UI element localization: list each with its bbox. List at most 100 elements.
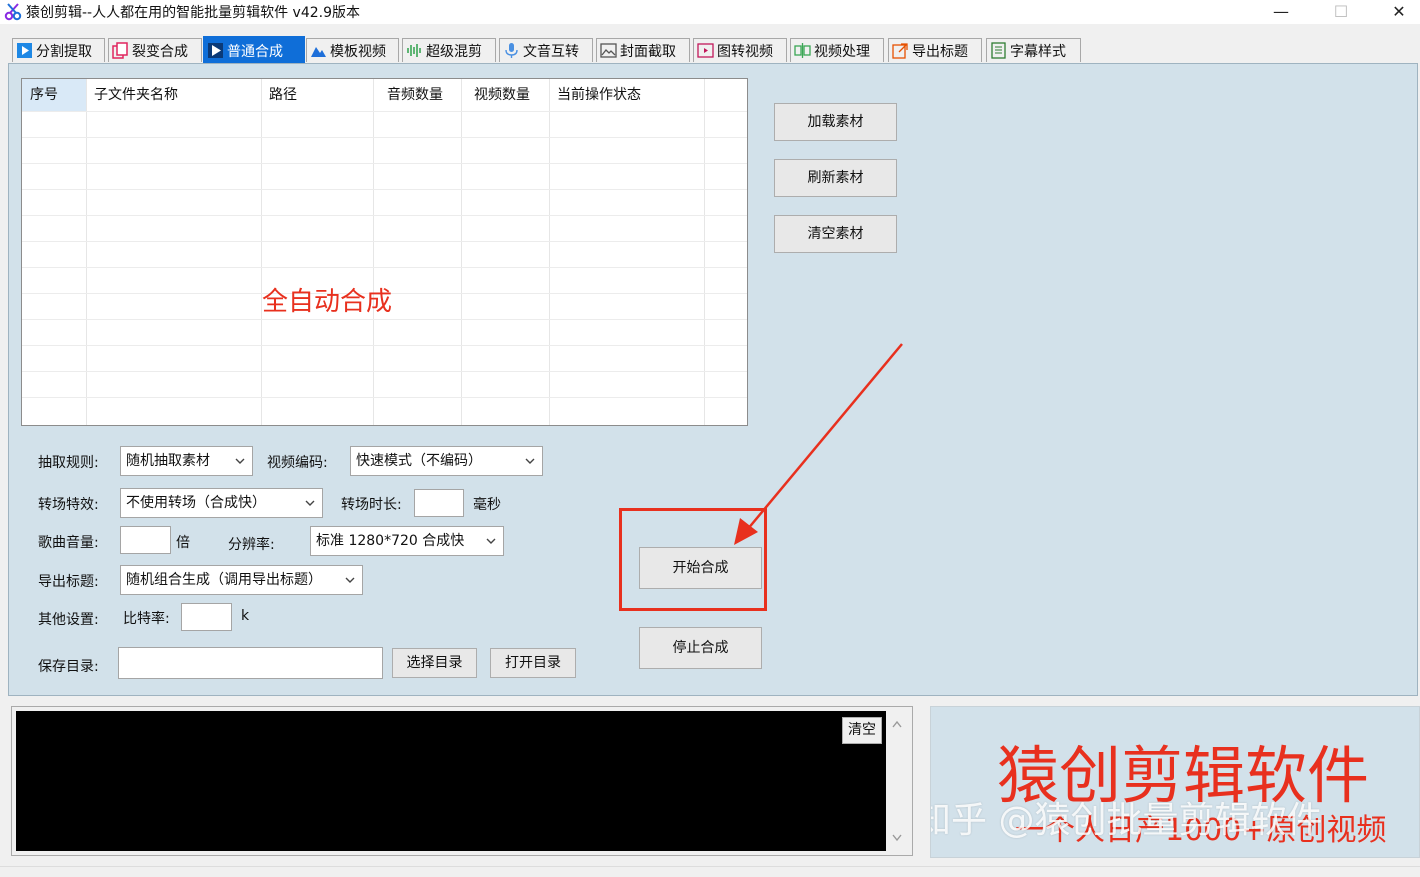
tab-video-process[interactable]: 视频处理 — [790, 38, 884, 62]
column-header-status[interactable]: 当前操作状态 — [549, 79, 704, 111]
bitrate-label: 比特率: — [123, 611, 170, 627]
log-output[interactable] — [16, 711, 886, 851]
tab-super-mix[interactable]: 超级混剪 — [402, 38, 496, 62]
chevron-down-icon — [235, 458, 245, 464]
row-divider — [22, 137, 747, 138]
tab-image-to-video[interactable]: 图转视频 — [693, 38, 787, 62]
chevron-down-icon — [305, 500, 315, 506]
split-icon — [794, 42, 811, 59]
open-dir-button[interactable]: 打开目录 — [490, 648, 576, 678]
refresh-material-button[interactable]: 刷新素材 — [774, 159, 897, 197]
transition-label: 转场特效: — [38, 497, 99, 513]
tab-label: 普通合成 — [227, 43, 283, 60]
load-material-button[interactable]: 加载素材 — [774, 103, 897, 141]
row-divider — [22, 397, 747, 398]
watermark-text: 知乎 @猿创批量剪辑软件 — [930, 800, 1323, 841]
tab-label: 裂变合成 — [132, 43, 188, 60]
bitrate-unit-label: k — [241, 608, 250, 624]
stop-merge-button[interactable]: 停止合成 — [639, 627, 762, 669]
start-merge-button[interactable]: 开始合成 — [639, 547, 762, 589]
tab-label: 模板视频 — [330, 43, 386, 60]
export-title-select[interactable]: 随机组合生成（调用导出标题） — [120, 565, 363, 595]
image-icon — [600, 42, 617, 59]
ms-unit-label: 毫秒 — [473, 497, 501, 513]
times-unit-label: 倍 — [176, 535, 190, 551]
promo-banner: 猿创剪辑软件 一个人日产1000+原创视频 知乎 @猿创批量剪辑软件 — [930, 706, 1420, 858]
transition-duration-input[interactable] — [414, 489, 464, 517]
tab-subtitle-style[interactable]: 字幕样式 — [986, 38, 1081, 62]
tab-cover-capture[interactable]: 封面截取 — [596, 38, 690, 62]
clear-log-button[interactable]: 清空 — [842, 717, 882, 744]
clear-material-button[interactable]: 清空素材 — [774, 215, 897, 253]
tab-template-video[interactable]: 模板视频 — [306, 38, 399, 62]
column-header-folder-name[interactable]: 子文件夹名称 — [86, 79, 261, 111]
column-divider — [86, 79, 87, 425]
row-divider — [22, 111, 747, 112]
extract-rule-select[interactable]: 随机抽取素材 — [120, 446, 253, 476]
row-divider — [22, 215, 747, 216]
bitrate-input[interactable] — [181, 603, 232, 631]
save-dir-label: 保存目录: — [38, 659, 99, 675]
export-icon — [892, 42, 909, 59]
document-icon — [990, 42, 1007, 59]
tab-label: 文音互转 — [523, 43, 579, 60]
close-button[interactable]: ✕ — [1376, 0, 1420, 24]
video-codec-label: 视频编码: — [267, 455, 328, 471]
music-volume-label: 歌曲音量: — [38, 535, 99, 551]
tab-text-audio[interactable]: 文音互转 — [499, 38, 593, 62]
other-settings-label: 其他设置: — [38, 612, 99, 628]
tab-label: 图转视频 — [717, 43, 773, 60]
column-header-video-count[interactable]: 视频数量 — [466, 79, 554, 111]
choose-dir-button[interactable]: 选择目录 — [392, 648, 477, 678]
tab-label: 视频处理 — [814, 43, 870, 60]
column-header-path[interactable]: 路径 — [261, 79, 373, 111]
tab-label: 分割提取 — [36, 43, 92, 60]
video-codec-select[interactable]: 快速模式（不编码） — [350, 446, 543, 476]
transition-select[interactable]: 不使用转场（合成快） — [120, 488, 323, 518]
row-divider — [22, 319, 747, 320]
auto-merge-annotation: 全自动合成 — [262, 287, 393, 317]
row-divider — [22, 241, 747, 242]
column-divider — [704, 79, 705, 425]
tab-label: 超级混剪 — [426, 43, 482, 60]
save-dir-input[interactable] — [118, 647, 383, 679]
window-title: 猿创剪辑--人人都在用的智能批量剪辑软件 v42.9版本 — [26, 5, 361, 21]
tab-label: 封面截取 — [620, 43, 676, 60]
tab-export-titles[interactable]: 导出标题 — [888, 38, 982, 62]
row-divider — [22, 163, 747, 164]
log-scrollbar[interactable] — [886, 711, 908, 851]
column-header-index[interactable]: 序号 — [22, 79, 86, 111]
status-strip — [0, 866, 1420, 877]
resolution-select[interactable]: 标准 1280*720 合成快 — [310, 526, 504, 556]
waveform-icon — [406, 42, 423, 59]
mountain-icon — [310, 42, 327, 59]
microphone-icon — [503, 42, 520, 59]
copy-icon — [112, 42, 129, 59]
annotation-arrow-icon — [734, 343, 903, 545]
music-volume-input[interactable] — [120, 526, 171, 554]
transition-duration-label: 转场时长: — [341, 497, 402, 513]
transition-value: 不使用转场（合成快） — [126, 495, 266, 511]
tab-normal-merge[interactable]: 普通合成 — [203, 36, 305, 64]
tab-fission-merge[interactable]: 裂变合成 — [108, 38, 202, 62]
minimize-button[interactable]: — — [1258, 0, 1304, 24]
app-logo-icon — [4, 3, 22, 21]
photo-video-icon — [697, 42, 714, 59]
material-table[interactable]: 序号 子文件夹名称 路径 音频数量 视频数量 当前操作状态 全自动合成 — [21, 78, 748, 426]
scroll-up-icon[interactable] — [891, 719, 903, 729]
column-divider — [549, 79, 550, 425]
tab-label: 导出标题 — [912, 43, 968, 60]
row-divider — [22, 371, 747, 372]
play-square-icon — [16, 42, 33, 59]
export-title-label: 导出标题: — [38, 574, 99, 590]
chevron-down-icon — [345, 577, 355, 583]
scroll-down-icon[interactable] — [891, 833, 903, 843]
tab-split-extract[interactable]: 分割提取 — [12, 38, 105, 62]
row-divider — [22, 267, 747, 268]
column-header-audio-count[interactable]: 音频数量 — [379, 79, 461, 111]
maximize-button[interactable]: ☐ — [1318, 0, 1364, 24]
resolution-value: 标准 1280*720 合成快 — [316, 533, 465, 549]
play-icon — [207, 42, 224, 59]
column-divider — [261, 79, 262, 425]
video-codec-value: 快速模式（不编码） — [356, 453, 482, 469]
